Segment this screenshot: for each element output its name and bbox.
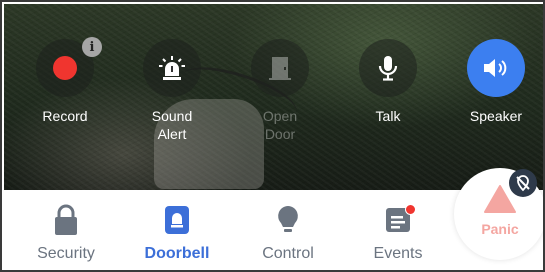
talk-label: Talk — [375, 108, 401, 124]
tab-events[interactable]: Events — [348, 202, 448, 263]
tab-security[interactable]: Security — [16, 202, 116, 263]
record-button[interactable]: i Record — [20, 37, 110, 125]
siren-icon — [159, 56, 185, 80]
disabled-location-icon — [509, 169, 537, 197]
speaker-icon — [484, 59, 507, 77]
door-icon — [269, 57, 291, 80]
tab-doorbell[interactable]: Doorbell — [127, 202, 227, 263]
lightbulb-icon — [278, 206, 298, 232]
speaker-button-circle[interactable] — [467, 39, 525, 97]
info-icon[interactable]: i — [82, 37, 102, 57]
tab-control-label: Control — [262, 245, 314, 262]
lock-icon — [55, 204, 77, 235]
tab-control[interactable]: Control — [238, 202, 338, 263]
microphone-icon — [378, 56, 398, 81]
open-door-label: Open Door — [262, 108, 298, 142]
tab-security-label: Security — [37, 245, 95, 262]
record-button-circle[interactable]: i — [36, 37, 102, 97]
sound-alert-button-circle[interactable] — [143, 39, 201, 97]
sound-alert-button[interactable]: Sound Alert — [127, 39, 217, 143]
speaker-label: Speaker — [469, 108, 523, 124]
speaker-button[interactable]: Speaker — [451, 39, 541, 125]
doorbell-icon — [165, 206, 189, 234]
panic-label: Panic — [481, 221, 519, 237]
record-label: Record — [42, 108, 88, 124]
events-notification-badge — [405, 204, 416, 215]
tab-doorbell-label: Doorbell — [144, 245, 210, 262]
talk-button[interactable]: Talk — [343, 39, 433, 125]
open-door-button-circle[interactable] — [251, 39, 309, 97]
tab-events-label: Events — [373, 245, 423, 262]
talk-button-circle[interactable] — [359, 39, 417, 97]
sound-alert-label: Sound Alert — [151, 108, 193, 142]
record-icon — [53, 56, 77, 80]
doorbell-screen: i Record Sound Alert Open Door Talk Spea… — [0, 0, 545, 272]
open-door-button[interactable]: Open Door — [235, 39, 325, 143]
